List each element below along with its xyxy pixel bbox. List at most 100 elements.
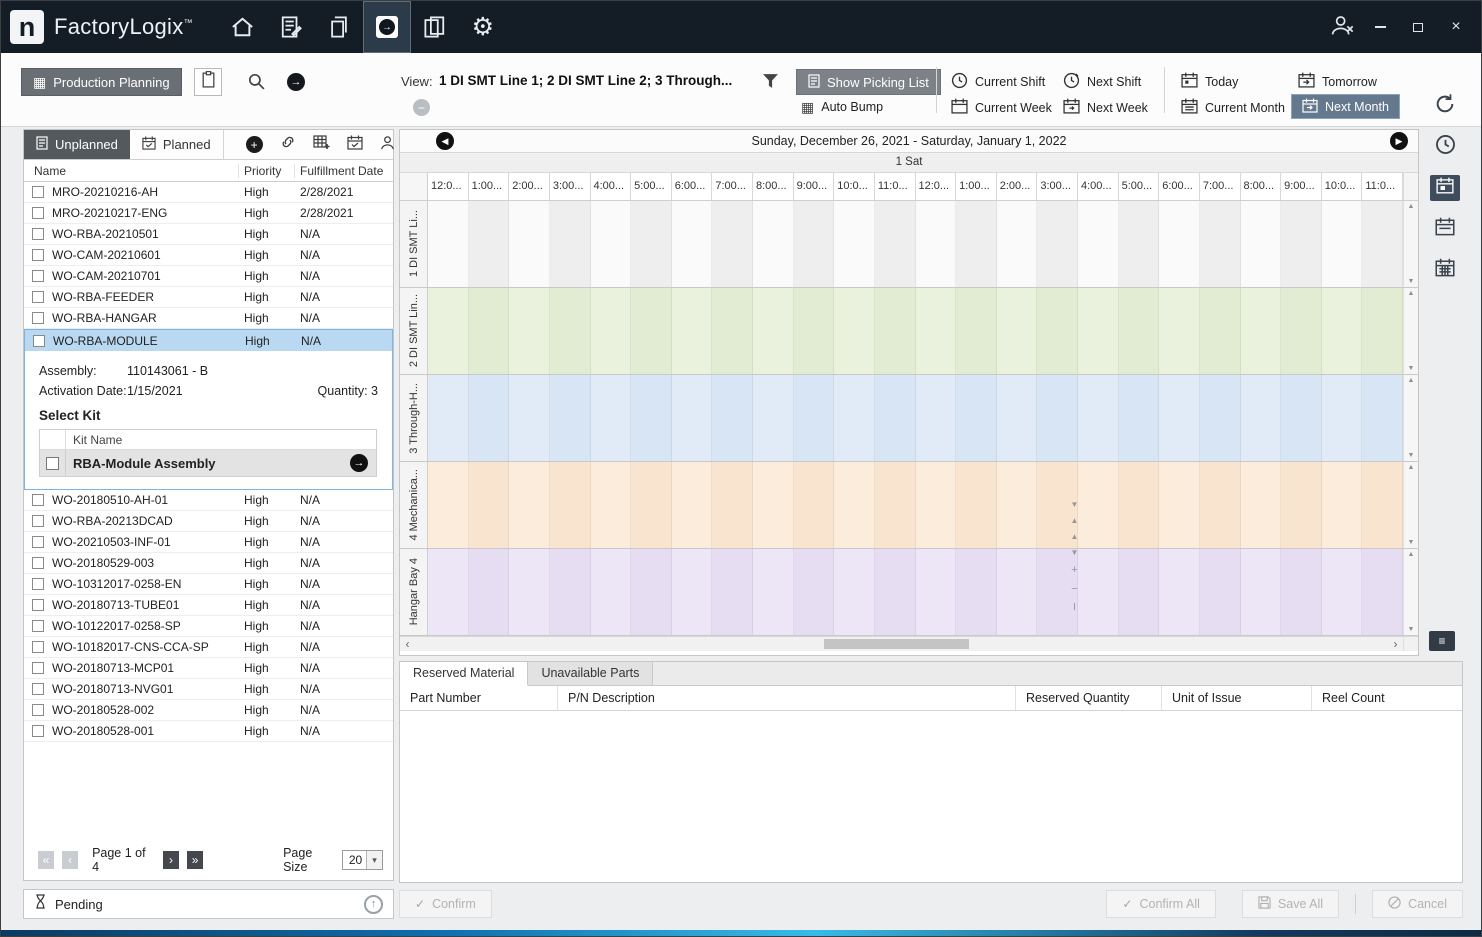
column-header[interactable]: Part Number [400,686,558,710]
collapse-panel-button[interactable]: ↑ [364,895,383,914]
h-scroll-thumb[interactable] [824,639,969,649]
schedule-slot[interactable] [1200,288,1241,374]
schedule-slot[interactable] [1078,375,1119,461]
add-work-order-button[interactable]: + [246,136,263,153]
schedule-slot[interactable] [1037,375,1078,461]
row-checkbox[interactable] [32,186,44,198]
schedule-slot[interactable] [1037,201,1078,287]
row-scroll-down-icon[interactable]: ▼ [1408,278,1415,285]
row-checkbox[interactable] [32,536,44,548]
schedule-slot[interactable] [956,288,997,374]
schedule-slot[interactable] [997,201,1038,287]
row-checkbox[interactable] [32,515,44,527]
schedule-slot[interactable] [712,201,753,287]
row-scroll-up-icon[interactable]: ▲ [1408,464,1415,471]
schedule-slot[interactable] [712,462,753,548]
work-order-row[interactable]: WO-20180713-NVG01HighN/A [24,679,393,700]
row-scroll-down-icon[interactable]: ▼ [1408,626,1415,633]
kit-row[interactable]: RBA-Module Assembly → [40,450,376,476]
schedule-slot[interactable] [794,288,835,374]
row-checkbox[interactable] [33,335,45,347]
confirm-button[interactable]: ✓ Confirm [399,890,492,918]
last-page-button[interactable]: » [187,851,203,869]
schedule-slot[interactable] [834,288,875,374]
schedule-slot[interactable] [428,549,469,635]
maximize-button[interactable] [1409,18,1427,36]
schedule-slot[interactable] [1119,375,1160,461]
row-checkbox[interactable] [32,683,44,695]
schedule-slot[interactable] [1078,549,1119,635]
column-header[interactable]: P/N Description [558,686,1016,710]
schedule-slot[interactable] [916,462,957,548]
schedule-slot[interactable] [916,201,957,287]
row-checkbox[interactable] [32,641,44,653]
schedule-slot[interactable] [1241,375,1282,461]
schedule-slot[interactable] [631,288,672,374]
schedule-slot[interactable] [1200,549,1241,635]
refresh-button[interactable] [1430,93,1460,119]
schedule-slot[interactable] [1078,288,1119,374]
schedule-slot[interactable] [1119,549,1160,635]
schedule-slot[interactable] [834,375,875,461]
row-checkbox[interactable] [32,578,44,590]
page-size-select[interactable]: 20 ▾ [342,850,383,870]
next-week-button[interactable]: Next Week [1063,98,1148,117]
schedule-slot[interactable] [591,549,632,635]
schedule-slot[interactable] [1281,375,1322,461]
schedule-slot[interactable] [1159,375,1200,461]
row-checkbox[interactable] [32,291,44,303]
schedule-slot[interactable] [1362,288,1403,374]
schedule-slot[interactable] [753,201,794,287]
schedule-slot[interactable] [591,462,632,548]
schedule-slot[interactable] [875,375,916,461]
schedule-slot[interactable] [1200,201,1241,287]
schedule-button[interactable] [347,135,363,155]
schedule-slot[interactable] [753,549,794,635]
schedule-slot[interactable] [672,288,713,374]
current-month-button[interactable]: Current Month [1181,98,1285,117]
row-checkbox[interactable] [32,270,44,282]
work-order-row[interactable]: WO-RBA-FEEDERHighN/A [24,287,393,308]
tab-reserved-material[interactable]: Reserved Material [400,662,528,686]
schedule-slot[interactable] [875,462,916,548]
row-scroll-up-icon[interactable]: ▲ [1408,377,1415,384]
tab-unavailable-parts[interactable]: Unavailable Parts [528,662,653,685]
schedule-slot[interactable] [956,375,997,461]
save-all-button[interactable]: Save All [1242,890,1339,918]
schedule-slot[interactable] [469,549,510,635]
schedule-slot[interactable] [1241,462,1282,548]
schedule-slot[interactable] [672,375,713,461]
user-session-button[interactable] [1333,18,1351,36]
schedule-slot[interactable] [997,462,1038,548]
zoom-out-icon[interactable]: − [1071,584,1077,595]
schedule-slot[interactable] [1281,549,1322,635]
minimize-button[interactable] [1371,18,1389,36]
schedule-slot[interactable] [875,288,916,374]
row-checkbox[interactable] [32,249,44,261]
tab-unplanned[interactable]: Unplanned [24,130,130,159]
filter-button[interactable] [762,73,779,94]
work-order-row[interactable]: WO-10122017-0258-SPHighN/A [24,616,393,637]
schedule-slot[interactable] [550,462,591,548]
scroll-left-button[interactable]: ‹ [400,637,415,651]
row-checkbox[interactable] [32,620,44,632]
schedule-slot[interactable] [428,201,469,287]
schedule-slot[interactable] [712,375,753,461]
cancel-button[interactable]: Cancel [1372,890,1463,918]
schedule-slot[interactable] [1241,549,1282,635]
schedule-slot[interactable] [834,549,875,635]
month-view-button[interactable] [1430,257,1460,283]
schedule-slot[interactable] [956,549,997,635]
expand-up-icon[interactable]: ▲ [1071,533,1079,541]
schedule-slot[interactable] [916,549,957,635]
scroll-right-button[interactable]: › [1388,637,1403,651]
schedule-slot[interactable] [753,288,794,374]
scroll-down-icon[interactable]: ▼ [1071,501,1079,509]
schedule-slot[interactable] [469,375,510,461]
schedule-slot[interactable] [550,201,591,287]
row-scroll-down-icon[interactable]: ▼ [1408,452,1415,459]
row-checkbox[interactable] [32,207,44,219]
link-button[interactable] [280,134,296,155]
work-order-row[interactable]: MRO-20210216-AHHigh2/28/2021 [24,182,393,203]
go-to-button[interactable]: → [287,73,305,91]
